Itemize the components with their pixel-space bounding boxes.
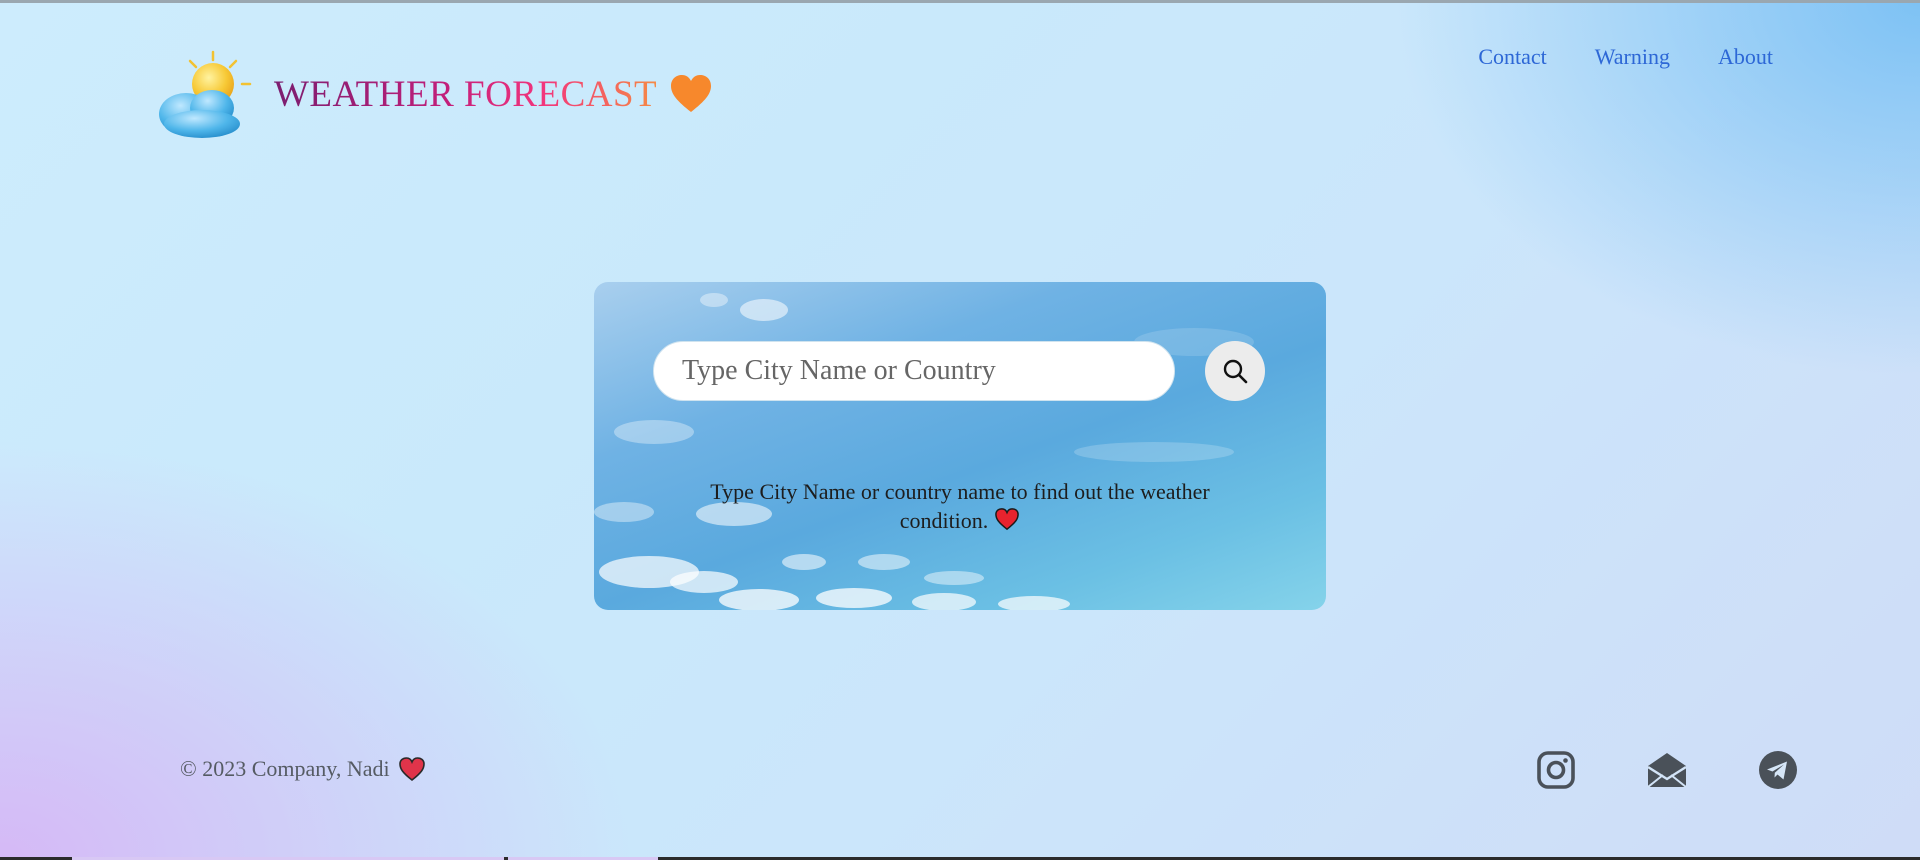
top-border (0, 0, 1920, 3)
search-hint: Type City Name or country name to find o… (674, 477, 1246, 535)
sky-background (594, 293, 1254, 610)
copyright-text: © 2023 Company, Nadi (180, 756, 390, 781)
orange-heart-icon (671, 75, 712, 112)
search-card: Type City Name or country name to find o… (594, 282, 1326, 610)
search-bar (653, 341, 1265, 401)
instagram-icon (1537, 751, 1575, 789)
city-search-input[interactable] (653, 341, 1175, 401)
social-links (1536, 750, 1798, 790)
telegram-icon (1759, 751, 1797, 789)
nav-contact-link[interactable]: Contact (1478, 44, 1546, 70)
envelope-open-icon (1647, 753, 1687, 788)
brand-title: WEATHER FORECAST (274, 73, 658, 115)
search-icon (1223, 359, 1248, 384)
sun-behind-cloud-icon (159, 50, 252, 138)
red-heart-icon (995, 508, 1020, 531)
brand[interactable]: WEATHER FORECAST (150, 48, 713, 140)
top-nav: Contact Warning About (1478, 44, 1773, 70)
telegram-link[interactable] (1758, 750, 1798, 790)
instagram-link[interactable] (1536, 750, 1576, 790)
search-button[interactable] (1205, 341, 1265, 401)
footer-copyright: © 2023 Company, Nadi (180, 756, 426, 782)
red-heart-icon (398, 757, 425, 782)
email-link[interactable] (1647, 750, 1687, 790)
nav-warning-link[interactable]: Warning (1595, 44, 1670, 70)
nav-about-link[interactable]: About (1718, 44, 1773, 70)
search-hint-text: Type City Name or country name to find o… (710, 479, 1210, 533)
